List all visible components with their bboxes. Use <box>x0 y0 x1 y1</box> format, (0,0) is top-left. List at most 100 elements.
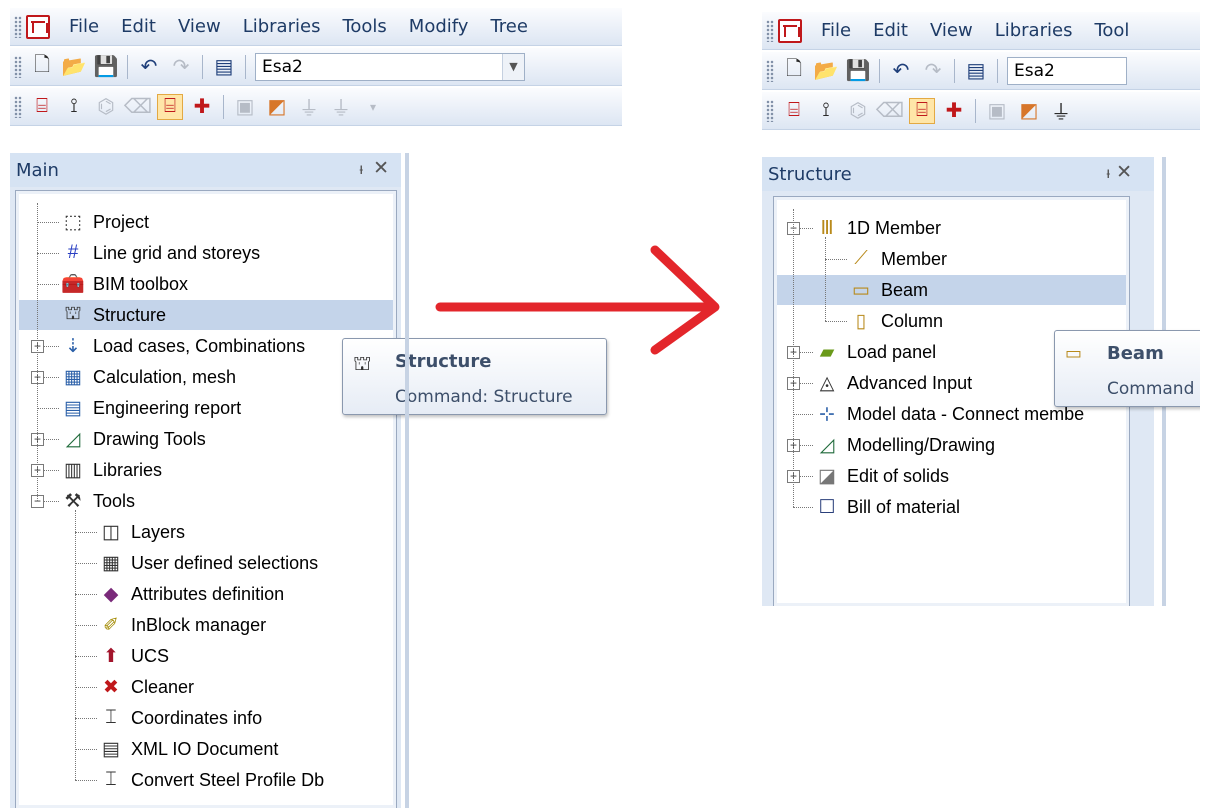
app-icon[interactable] <box>778 18 802 43</box>
tree-item-label: Load panel <box>847 341 937 362</box>
tree-item[interactable]: ✐ InBlock manager <box>99 610 266 640</box>
project-combo[interactable]: Esa2 ▼ <box>255 52 525 81</box>
menu-file[interactable]: File <box>58 16 110 37</box>
filter-icon[interactable]: ⏚ <box>1048 98 1074 124</box>
menu-tools[interactable]: Tool <box>1083 20 1140 41</box>
menu-bar: File Edit View Libraries Tools Modify Tr… <box>10 8 622 46</box>
main-panel: Main ᵼ ✕ ⬚ Project # Line grid and storeys 🧰… <box>10 153 401 808</box>
menu-view[interactable]: View <box>919 20 984 41</box>
save-icon[interactable]: 💾 <box>845 58 871 84</box>
menu-tools[interactable]: Tools <box>331 16 397 37</box>
filter-icon[interactable]: ⏚ <box>296 94 322 120</box>
tree-item[interactable]: ◿ Drawing Tools <box>61 424 206 454</box>
splitter[interactable] <box>405 153 409 808</box>
menu-modify[interactable]: Modify <box>398 16 480 37</box>
tree-item[interactable]: ▥ Libraries <box>61 455 162 485</box>
tree-item[interactable]: ◫ Layers <box>99 517 185 547</box>
toolbar-grip[interactable] <box>14 15 22 38</box>
tree-connector <box>75 718 97 719</box>
menu-libraries[interactable]: Libraries <box>232 16 332 37</box>
menu-view[interactable]: View <box>167 16 232 37</box>
tree-item[interactable]: ⬆ UCS <box>99 641 169 671</box>
undo-icon[interactable]: ↶ <box>888 58 914 84</box>
properties-icon[interactable]: ▤ <box>963 58 989 84</box>
tree-item[interactable]: ▤ Engineering report <box>61 393 241 423</box>
tree-item[interactable]: ⊹ Model data - Connect membe <box>815 399 1084 429</box>
filter2-icon[interactable]: ⏚ <box>328 94 354 120</box>
new-file-icon[interactable]: 🗋 <box>29 54 55 80</box>
redo-icon[interactable]: ↷ <box>920 58 946 84</box>
load-tool-icon[interactable]: ◩ <box>1016 98 1042 124</box>
tree-item[interactable]: ⬚ Project <box>61 207 149 237</box>
tree-item[interactable]: ▦ User defined selections <box>99 548 318 578</box>
close-icon[interactable]: ✕ <box>373 157 389 179</box>
tree-item[interactable]: ◿ Modelling/Drawing <box>815 430 995 460</box>
menu-edit[interactable]: Edit <box>862 20 919 41</box>
menu-file[interactable]: File <box>810 20 862 41</box>
tree-item[interactable]: ▯ Column <box>849 306 943 336</box>
properties-icon[interactable]: ▤ <box>211 54 237 80</box>
tree-item[interactable]: ⇣ Load cases, Combinations <box>61 331 305 361</box>
target-icon[interactable]: ✚ <box>189 94 215 120</box>
menu-edit[interactable]: Edit <box>110 16 167 37</box>
connect-icon: ⊹ <box>819 403 835 425</box>
app-icon[interactable] <box>26 14 50 39</box>
standard-toolbar: 🗋 📂 💾 ↶ ↷ ▤ Esa2 <box>762 52 1200 90</box>
undo-icon[interactable]: ↶ <box>136 54 162 80</box>
menu-tree[interactable]: Tree <box>479 16 539 37</box>
tree-item[interactable]: Ⅲ 1D Member <box>815 213 941 243</box>
toolbar-grip[interactable] <box>14 95 22 118</box>
edit-member-icon[interactable]: ⌬ <box>845 98 871 124</box>
tree-item[interactable]: ◆ Attributes definition <box>99 579 284 609</box>
new-file-icon[interactable]: 🗋 <box>781 58 807 84</box>
tree-item[interactable]: ▰ Load panel <box>815 337 936 367</box>
frame-icon[interactable]: ⌸ <box>29 94 55 120</box>
toolbar-overflow-icon[interactable]: ▾ <box>360 94 386 120</box>
tree-item[interactable]: # Line grid and storeys <box>61 238 260 268</box>
target-icon[interactable]: ✚ <box>941 98 967 124</box>
edit-member-icon[interactable]: ⌬ <box>93 94 119 120</box>
toolbar-grip[interactable] <box>766 59 774 82</box>
tree-item[interactable]: ✖ Cleaner <box>99 672 194 702</box>
tree-item[interactable]: ▭ Beam <box>777 275 1126 305</box>
tree-item[interactable]: ▦ Calculation, mesh <box>61 362 236 392</box>
pin-icon[interactable]: ᵼ <box>1106 163 1110 183</box>
tree-item[interactable]: ◬ Advanced Input <box>815 368 972 398</box>
tree-view[interactable]: ⬚ Project # Line grid and storeys 🧰 BIM toolb… <box>15 190 397 808</box>
open-folder-icon[interactable]: 📂 <box>813 58 839 84</box>
tree-item[interactable]: ⚒ Tools <box>61 486 135 516</box>
structure-active-icon[interactable]: ⌸ <box>909 97 935 124</box>
frame-icon[interactable]: ⌸ <box>781 98 807 124</box>
pin-icon[interactable]: ᵼ <box>359 159 363 179</box>
check-member-icon[interactable]: ⌫ <box>876 98 904 124</box>
project-combo[interactable]: Esa2 <box>1007 56 1127 85</box>
redo-icon[interactable]: ↷ <box>168 54 194 80</box>
toolbar-grip[interactable] <box>766 19 774 42</box>
layers-icon: ◫ <box>102 521 120 543</box>
tree-item[interactable]: ⛫ Structure <box>19 300 393 330</box>
tree-item[interactable]: ⌶ Convert Steel Profile Db <box>99 765 324 795</box>
tree-item[interactable]: 🧰 BIM toolbox <box>61 269 188 299</box>
load-tool-icon[interactable]: ◩ <box>264 94 290 120</box>
toolbar-grip[interactable] <box>14 55 22 78</box>
save-icon[interactable]: 💾 <box>93 54 119 80</box>
toolbar-grip[interactable] <box>766 99 774 122</box>
tree-item[interactable]: ◪ Edit of solids <box>815 461 949 491</box>
tree-item[interactable]: ⌶ Coordinates info <box>99 703 262 733</box>
tree-item-label: Structure <box>93 304 167 325</box>
open-folder-icon[interactable]: 📂 <box>61 54 87 80</box>
member-tool-icon[interactable]: ⟟ <box>61 94 87 120</box>
coordinates-icon: ⌶ <box>105 707 117 728</box>
close-icon[interactable]: ✕ <box>1116 161 1132 183</box>
chevron-down-icon[interactable]: ▼ <box>502 53 524 80</box>
tree-item[interactable]: ☐ Bill of material <box>815 492 960 522</box>
grey-tool-icon[interactable]: ▣ <box>984 98 1010 124</box>
grey-tool-icon[interactable]: ▣ <box>232 94 258 120</box>
menu-libraries[interactable]: Libraries <box>984 20 1084 41</box>
check-member-icon[interactable]: ⌫ <box>124 94 152 120</box>
tree-item[interactable]: ▤ XML IO Document <box>99 734 278 764</box>
member-tool-icon[interactable]: ⟟ <box>813 98 839 124</box>
tree-item[interactable]: ⟋ Member <box>849 244 947 274</box>
structure-active-icon[interactable]: ⌸ <box>157 93 183 120</box>
steel-profile-icon: ⌶ <box>105 769 117 790</box>
